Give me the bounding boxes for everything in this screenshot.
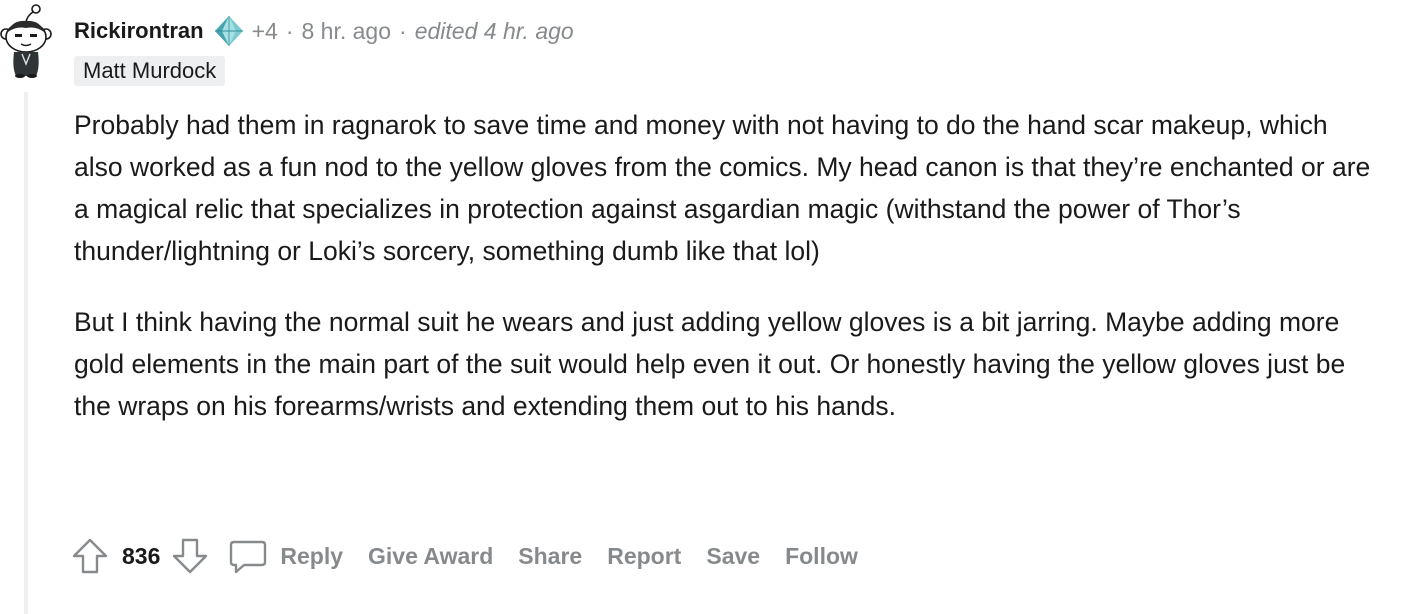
user-avatar[interactable] <box>0 2 52 78</box>
karma-change: +4 <box>251 17 278 44</box>
vote-score: 836 <box>122 542 161 569</box>
give-award-button[interactable]: Give Award <box>368 543 493 570</box>
reply-label: Reply <box>280 542 344 569</box>
downvote-arrow-icon[interactable] <box>170 536 210 576</box>
diamond-badge-icon[interactable] <box>212 14 246 48</box>
meta-separator: · <box>399 17 407 44</box>
comment-action-bar: 836 Reply Give Award Share Report Save F… <box>70 536 883 576</box>
meta-separator: · <box>285 17 294 44</box>
comment-paragraph: But I think having the normal suit he we… <box>74 307 1346 421</box>
snoo-avatar-icon <box>0 4 52 78</box>
thread-line[interactable] <box>24 92 28 614</box>
comment-header: Rickirontran +4 · 8 hr. ago · edited 4 h… <box>74 14 574 48</box>
reply-button[interactable]: Reply <box>210 536 343 576</box>
edited-time: edited 4 hr. ago <box>414 17 574 44</box>
user-flair: Matt Murdock <box>74 56 226 86</box>
upvote-arrow-icon[interactable] <box>70 536 110 576</box>
author-username[interactable]: Rickirontran <box>74 18 204 44</box>
speech-bubble-icon <box>228 536 268 576</box>
share-button[interactable]: Share <box>518 543 582 570</box>
follow-button[interactable]: Follow <box>785 543 858 570</box>
comment-paragraph: Probably had them in ragnarok to save ti… <box>74 110 1371 266</box>
comment-body: Probably had them in ragnarok to save ti… <box>74 104 1374 456</box>
report-button[interactable]: Report <box>607 543 681 570</box>
posted-time[interactable]: 8 hr. ago <box>302 18 392 45</box>
save-button[interactable]: Save <box>706 543 760 570</box>
